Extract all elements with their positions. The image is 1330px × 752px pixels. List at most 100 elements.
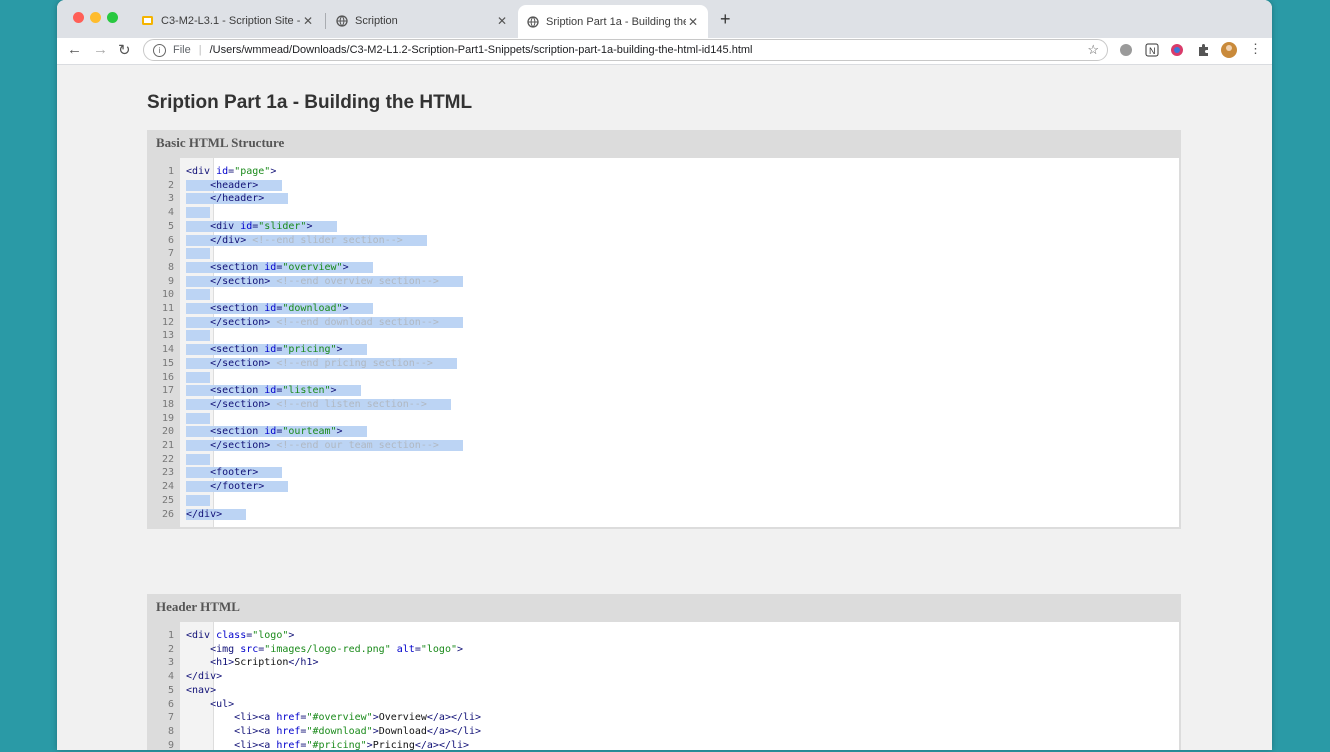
code-line [186, 329, 211, 343]
code-token: <!--end download section--> [276, 316, 439, 328]
code-token: > [330, 385, 337, 397]
line-number: 4 [167, 671, 174, 683]
notion-icon[interactable]: N [1145, 43, 1159, 57]
line-number: 2 [167, 643, 174, 655]
code-line [186, 371, 211, 385]
forward-icon[interactable]: → [93, 41, 108, 58]
code-token: > [288, 630, 295, 641]
extension-icon[interactable] [1119, 43, 1133, 57]
globe-icon [335, 14, 348, 27]
code-token: > [456, 643, 464, 655]
code-token: "slider" [258, 220, 307, 232]
line-number: 16 [161, 371, 174, 383]
minimize-window-button[interactable] [90, 12, 101, 23]
code-token: </section> [210, 398, 277, 410]
line-number: 14 [161, 344, 174, 356]
code-token: > [336, 344, 343, 356]
code-editor[interactable]: 1 <div class="logo"> 2 <img src="images/lo… [168, 622, 1179, 750]
code-token: <!--end our team section--> [276, 440, 439, 451]
line-number: 6 [167, 234, 174, 246]
line-number: 15 [161, 357, 174, 369]
puzzle-icon[interactable] [1196, 43, 1210, 57]
code-token: </h1> [288, 657, 319, 669]
line-number: 6 [167, 698, 174, 710]
code-line: <li><a href="#overview">Overview</a></li… [186, 711, 481, 725]
code-token: </section> [210, 316, 277, 328]
tab-scription-site[interactable]: C3-M2-L3.1 - Scription Site - F ✕ [133, 7, 323, 34]
line-number: 7 [167, 712, 174, 724]
code-token: <section [210, 261, 265, 273]
close-icon[interactable]: ✕ [686, 15, 700, 29]
code-token: <li><a [234, 739, 277, 750]
code-token: </section> [210, 275, 277, 287]
code-line: <div id="page"> [186, 165, 276, 179]
browser-window: C3-M2-L3.1 - Scription Site - F ✕ Script… [57, 0, 1272, 750]
code-token: <section [210, 303, 265, 314]
code-line: <section id="download"> [186, 302, 373, 316]
code-token: <!--end listen section--> [276, 398, 427, 410]
code-token: </section> [210, 440, 277, 451]
code-token: > [336, 426, 343, 438]
color-picker-icon[interactable] [1170, 43, 1184, 57]
code-token: id [264, 303, 277, 314]
code-line: </section> <!--end pricing section--> [186, 357, 457, 371]
new-tab-button[interactable]: + [720, 9, 731, 30]
code-token: <!--end slider section--> [252, 234, 403, 246]
reload-icon[interactable]: ↻ [118, 41, 131, 59]
code-token: <img [210, 643, 241, 655]
line-number: 8 [167, 725, 174, 737]
code-token: "ourteam" [282, 426, 337, 438]
code-line [186, 453, 211, 467]
code-line: </div> [186, 508, 247, 522]
code-token: id [264, 344, 277, 356]
slides-icon [141, 14, 154, 27]
line-number: 26 [161, 508, 174, 520]
line-number: 1 [167, 630, 174, 641]
line-number: 5 [167, 684, 174, 696]
tab-sription-part-1a[interactable]: Sription Part 1a - Building the I ✕ [518, 5, 708, 38]
line-number: 3 [167, 193, 174, 205]
line-number: 4 [167, 207, 174, 219]
code-token: <section [210, 344, 265, 356]
code-token: </footer> [210, 481, 265, 493]
line-number: 10 [161, 289, 174, 301]
tab-strip: C3-M2-L3.1 - Scription Site - F ✕ Script… [57, 0, 1272, 38]
tab-scription[interactable]: Scription ✕ [327, 7, 517, 34]
tab-title: C3-M2-L3.1 - Scription Site - F [161, 14, 301, 27]
basic-html-panel: Basic HTML Structure 1 <div id="page"> 2 <… [147, 130, 1181, 529]
page-content: Sription Part 1a - Building the HTML Bas… [57, 65, 1272, 750]
avatar[interactable] [1221, 42, 1237, 58]
code-token: </a></li> [426, 712, 482, 724]
line-number: 5 [167, 220, 174, 232]
line-number: 18 [161, 398, 174, 410]
back-icon[interactable]: ← [67, 41, 82, 58]
info-icon[interactable]: i [153, 43, 166, 57]
code-editor[interactable]: 1 <div id="page"> 2 <header> 3 </header> 4… [162, 158, 1179, 527]
close-icon[interactable]: ✕ [301, 14, 315, 28]
code-token: Scription [234, 657, 289, 669]
line-number: 25 [161, 494, 174, 506]
code-token: <!--end overview section--> [276, 275, 439, 287]
close-window-button[interactable] [73, 12, 84, 23]
code-token: href [276, 712, 301, 724]
code-token: id [264, 261, 277, 273]
code-line: <li><a href="#download">Download</a></li… [186, 725, 481, 739]
menu-icon[interactable]: ⋮ [1249, 41, 1262, 57]
maximize-window-button[interactable] [107, 12, 118, 23]
code-token: "pricing" [282, 344, 337, 356]
code-token: <div [186, 630, 217, 641]
tab-title: Sription Part 1a - Building the I [546, 15, 686, 28]
code-token: Overview [378, 712, 427, 724]
close-icon[interactable]: ✕ [495, 14, 509, 28]
code-token: <footer> [210, 467, 259, 479]
toolbar: ← → ↻ i File | /Users/wmmead/Downloads/C… [57, 38, 1272, 64]
code-token: <ul> [210, 698, 235, 710]
line-number: 3 [167, 657, 174, 669]
panel-heading: Header HTML [156, 599, 240, 614]
code-token: <div [210, 220, 241, 232]
bookmark-star-icon[interactable]: ☆ [1087, 42, 1099, 58]
code-token: <section [210, 426, 265, 438]
code-token: id [264, 426, 277, 438]
code-token: "overview" [282, 261, 343, 273]
address-bar[interactable]: i File | /Users/wmmead/Downloads/C3-M2-L… [143, 39, 1108, 61]
